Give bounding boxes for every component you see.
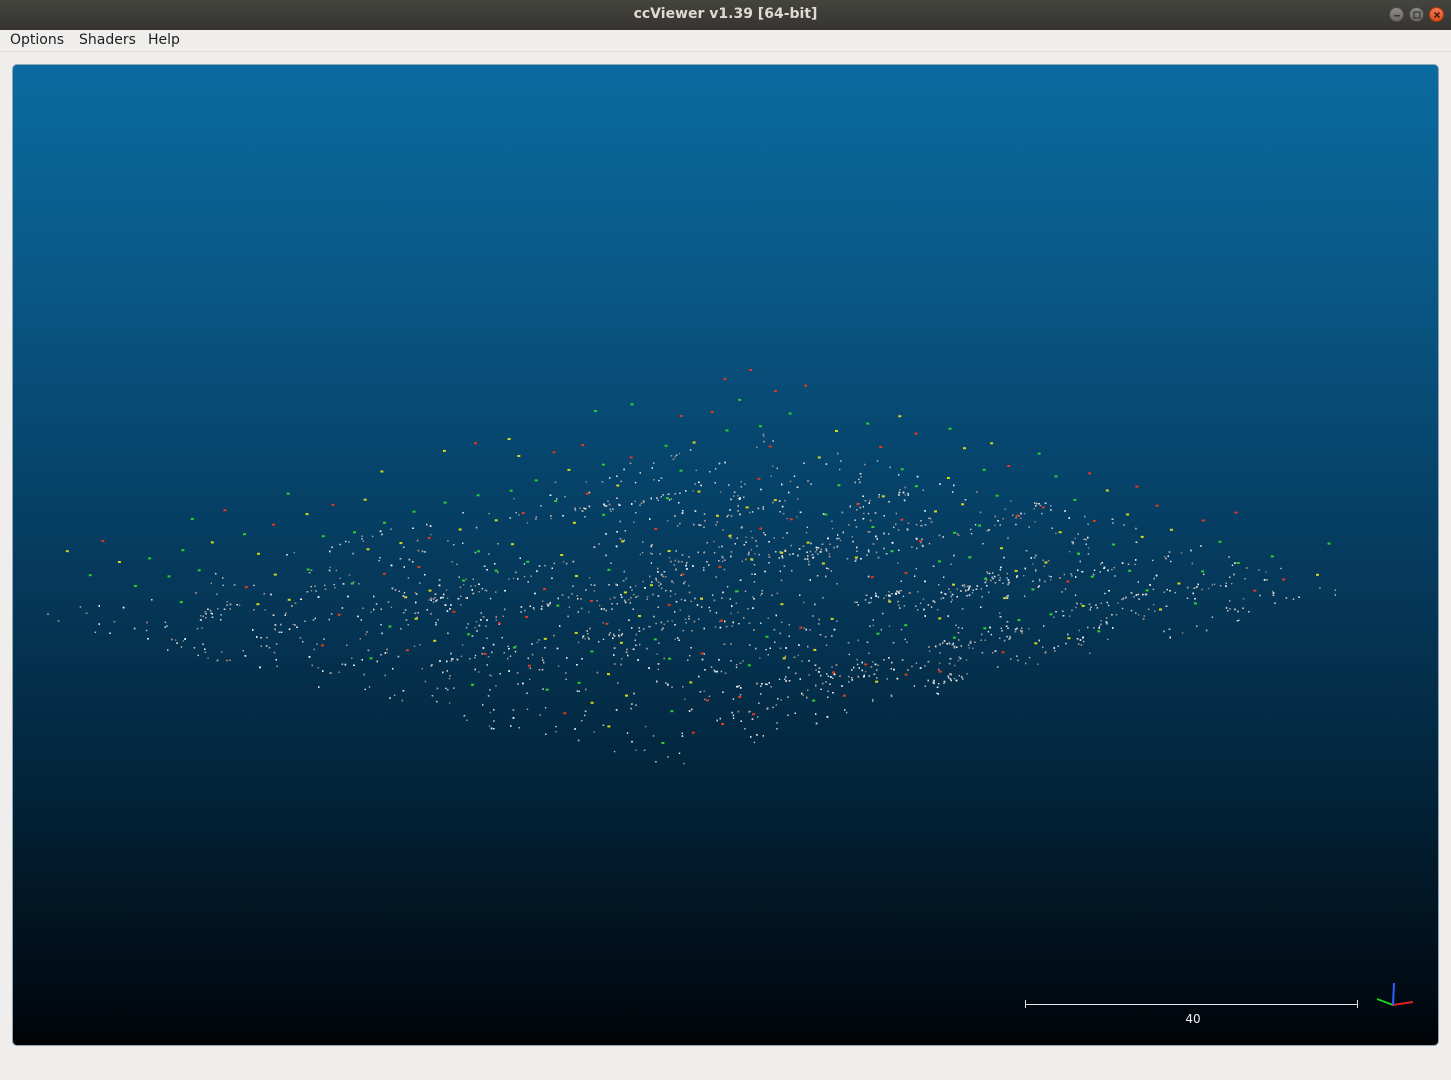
close-icon [1433, 11, 1441, 19]
minimize-button[interactable] [1389, 7, 1404, 22]
close-button[interactable] [1429, 7, 1444, 22]
menu-help[interactable]: Help [148, 32, 180, 48]
minimize-icon [1394, 15, 1400, 17]
scale-bar-tick-right [1357, 1000, 1358, 1008]
3d-viewport[interactable]: 40 [12, 64, 1439, 1046]
z-axis-line [1392, 982, 1395, 1006]
x-axis-line [1392, 1001, 1414, 1006]
axes-trihedron-icon [1376, 982, 1414, 1006]
scale-bar [1025, 1004, 1358, 1005]
menu-options[interactable]: Options [10, 32, 64, 48]
maximize-icon [1413, 11, 1421, 19]
menu-bar: Options Shaders Help [0, 30, 1451, 52]
status-bar [0, 1057, 1451, 1080]
menu-shaders[interactable]: Shaders [79, 32, 136, 48]
point-cloud [47, 368, 1337, 765]
title-bar: ccViewer v1.39 [64-bit] [0, 0, 1451, 30]
scale-bar-label: 40 [1185, 1012, 1201, 1026]
camera-markers [65, 368, 1331, 744]
maximize-button[interactable] [1409, 7, 1424, 22]
y-axis-line [1376, 998, 1394, 1006]
window-title: ccViewer v1.39 [64-bit] [633, 6, 818, 22]
